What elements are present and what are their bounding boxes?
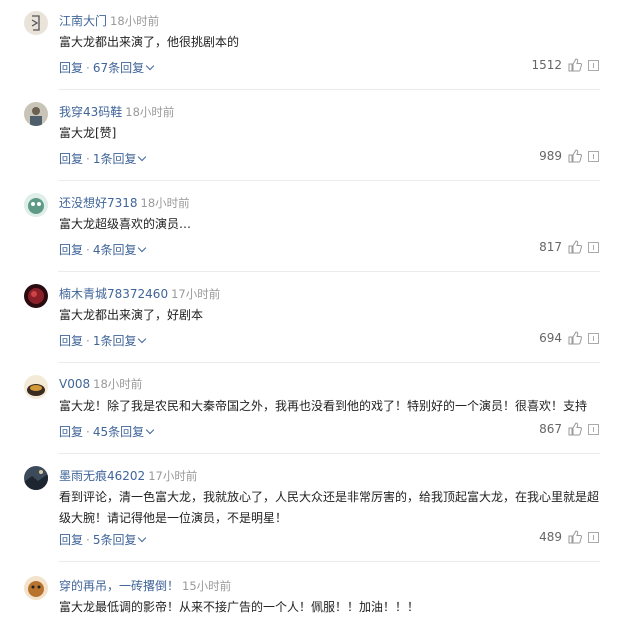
comment-text: 富大龙[赞] bbox=[59, 126, 117, 140]
comment-timestamp: 18小时前 bbox=[125, 105, 175, 119]
reply-count: 1条回复 bbox=[92, 334, 137, 348]
like-count: 817 bbox=[539, 240, 562, 254]
comment-item: 还没想好7318 18小时前富大龙超级喜欢的演员… 回复 · 4条回复 817 bbox=[0, 182, 640, 272]
comment-username[interactable]: 穿的再吊，一砖撂倒！ bbox=[59, 579, 179, 593]
report-icon[interactable] bbox=[588, 150, 599, 162]
action-separator: · bbox=[86, 425, 90, 439]
thumbs-up-icon[interactable] bbox=[568, 422, 582, 436]
chevron-down-icon bbox=[138, 334, 147, 344]
thumbs-up-icon[interactable] bbox=[568, 331, 582, 345]
reply-button[interactable]: 回复 bbox=[59, 334, 83, 348]
avatar[interactable] bbox=[24, 375, 48, 399]
action-separator: · bbox=[86, 243, 90, 257]
comment-item: 江南大门 18小时前富大龙都出来演了，他很挑剧本的 回复 · 67条回复 1512 bbox=[0, 0, 640, 90]
comment-timestamp: 15小时前 bbox=[182, 579, 232, 593]
thumbs-up-icon[interactable] bbox=[568, 58, 582, 72]
avatar[interactable] bbox=[24, 102, 48, 126]
comment-item: 墨雨无痕46202 17小时前看到评论，清一色富大龙，我就放心了，人民大众还是非常… bbox=[0, 455, 640, 562]
avatar[interactable] bbox=[24, 284, 48, 308]
view-replies-link[interactable]: 5条回复 bbox=[92, 533, 147, 547]
comment-text: 富大龙超级喜欢的演员… bbox=[59, 217, 192, 231]
chevron-down-icon bbox=[138, 152, 147, 162]
comment-username[interactable]: 江南大门 bbox=[59, 14, 107, 28]
chevron-down-icon bbox=[138, 243, 147, 253]
comment-username[interactable]: 楠木青城78372460 bbox=[59, 287, 168, 301]
reply-count: 5条回复 bbox=[92, 533, 137, 547]
thumbs-up-icon[interactable] bbox=[568, 530, 582, 544]
like-count: 1512 bbox=[531, 58, 562, 72]
report-icon[interactable] bbox=[588, 59, 599, 71]
comment-divider bbox=[58, 453, 600, 454]
chevron-down-icon bbox=[145, 61, 155, 71]
comment-item: 我穿43码鞋 18小时前 富大龙[赞] 回复 · 1条回复 989 bbox=[0, 91, 640, 181]
comment-text: 看到评论，清一色富大龙，我就放心了，人民大众还是非常厉害的，给我顶起富大龙，在我… bbox=[59, 490, 600, 525]
view-replies-link[interactable]: 1条回复 bbox=[92, 334, 147, 348]
reply-button[interactable]: 回复 bbox=[59, 243, 83, 257]
comment-timestamp: 18小时前 bbox=[93, 377, 143, 391]
avatar[interactable] bbox=[24, 466, 48, 490]
chevron-down-icon bbox=[138, 533, 147, 543]
action-separator: · bbox=[86, 152, 90, 166]
comment-username[interactable]: 还没想好7318 bbox=[59, 196, 138, 210]
comment-divider bbox=[58, 561, 600, 562]
comment-username[interactable]: V008 bbox=[59, 377, 90, 391]
like-count: 867 bbox=[539, 422, 562, 436]
like-count: 694 bbox=[539, 331, 562, 345]
action-separator: · bbox=[86, 533, 90, 547]
comment-item: 穿的再吊，一砖撂倒！ 15小时前 富大龙最低调的影帝！从来不接广告的一个人！佩服！！… bbox=[0, 563, 640, 615]
action-separator: · bbox=[86, 334, 90, 348]
comment-divider bbox=[58, 271, 600, 272]
avatar[interactable] bbox=[24, 576, 48, 600]
comment-text: 富大龙都出来演了，好剧本 bbox=[59, 308, 204, 322]
comment-timestamp: 18小时前 bbox=[140, 196, 190, 210]
avatar[interactable] bbox=[24, 193, 48, 217]
reply-button[interactable]: 回复 bbox=[59, 61, 83, 75]
avatar[interactable] bbox=[24, 11, 48, 35]
reply-count: 4条回复 bbox=[92, 243, 137, 257]
comment-username[interactable]: 我穿43码鞋 bbox=[59, 105, 122, 119]
thumbs-up-icon[interactable] bbox=[568, 149, 582, 163]
chevron-down-icon bbox=[145, 425, 155, 435]
view-replies-link[interactable]: 1条回复 bbox=[92, 152, 147, 166]
reply-count: 67条回复 bbox=[92, 61, 145, 75]
reply-count: 1条回复 bbox=[92, 152, 137, 166]
like-count: 989 bbox=[539, 149, 562, 163]
report-icon[interactable] bbox=[588, 241, 599, 253]
view-replies-link[interactable]: 45条回复 bbox=[92, 425, 155, 439]
comment-timestamp: 17小时前 bbox=[171, 287, 221, 301]
report-icon[interactable] bbox=[588, 423, 599, 435]
report-icon[interactable] bbox=[588, 332, 599, 344]
comment-text: 富大龙！除了我是农民和大秦帝国之外，我再也没看到他的戏了！特别好的一个演员！很喜… bbox=[59, 399, 588, 413]
comment-timestamp: 17小时前 bbox=[148, 469, 198, 483]
comment-divider bbox=[58, 180, 600, 181]
reply-count: 45条回复 bbox=[92, 425, 145, 439]
comment-item: V008 18小时前富大龙！除了我是农民和大秦帝国之外，我再也没看到他的戏了！特别… bbox=[0, 364, 640, 454]
reply-button[interactable]: 回复 bbox=[59, 425, 83, 439]
comment-divider bbox=[58, 362, 600, 363]
reply-button[interactable]: 回复 bbox=[59, 533, 83, 547]
reply-button[interactable]: 回复 bbox=[59, 152, 83, 166]
view-replies-link[interactable]: 67条回复 bbox=[92, 61, 155, 75]
comment-timestamp: 18小时前 bbox=[110, 14, 160, 28]
like-count: 489 bbox=[539, 530, 562, 544]
comment-username[interactable]: 墨雨无痕46202 bbox=[59, 469, 145, 483]
report-icon[interactable] bbox=[588, 531, 599, 543]
view-replies-link[interactable]: 4条回复 bbox=[92, 243, 147, 257]
action-separator: · bbox=[86, 61, 90, 75]
comment-text: 富大龙都出来演了，他很挑剧本的 bbox=[59, 35, 240, 49]
thumbs-up-icon[interactable] bbox=[568, 240, 582, 254]
comment-item: 楠木青城78372460 17小时前富大龙都出来演了，好剧本 回复 · 1条回复 694 bbox=[0, 273, 640, 363]
comment-divider bbox=[58, 89, 600, 90]
